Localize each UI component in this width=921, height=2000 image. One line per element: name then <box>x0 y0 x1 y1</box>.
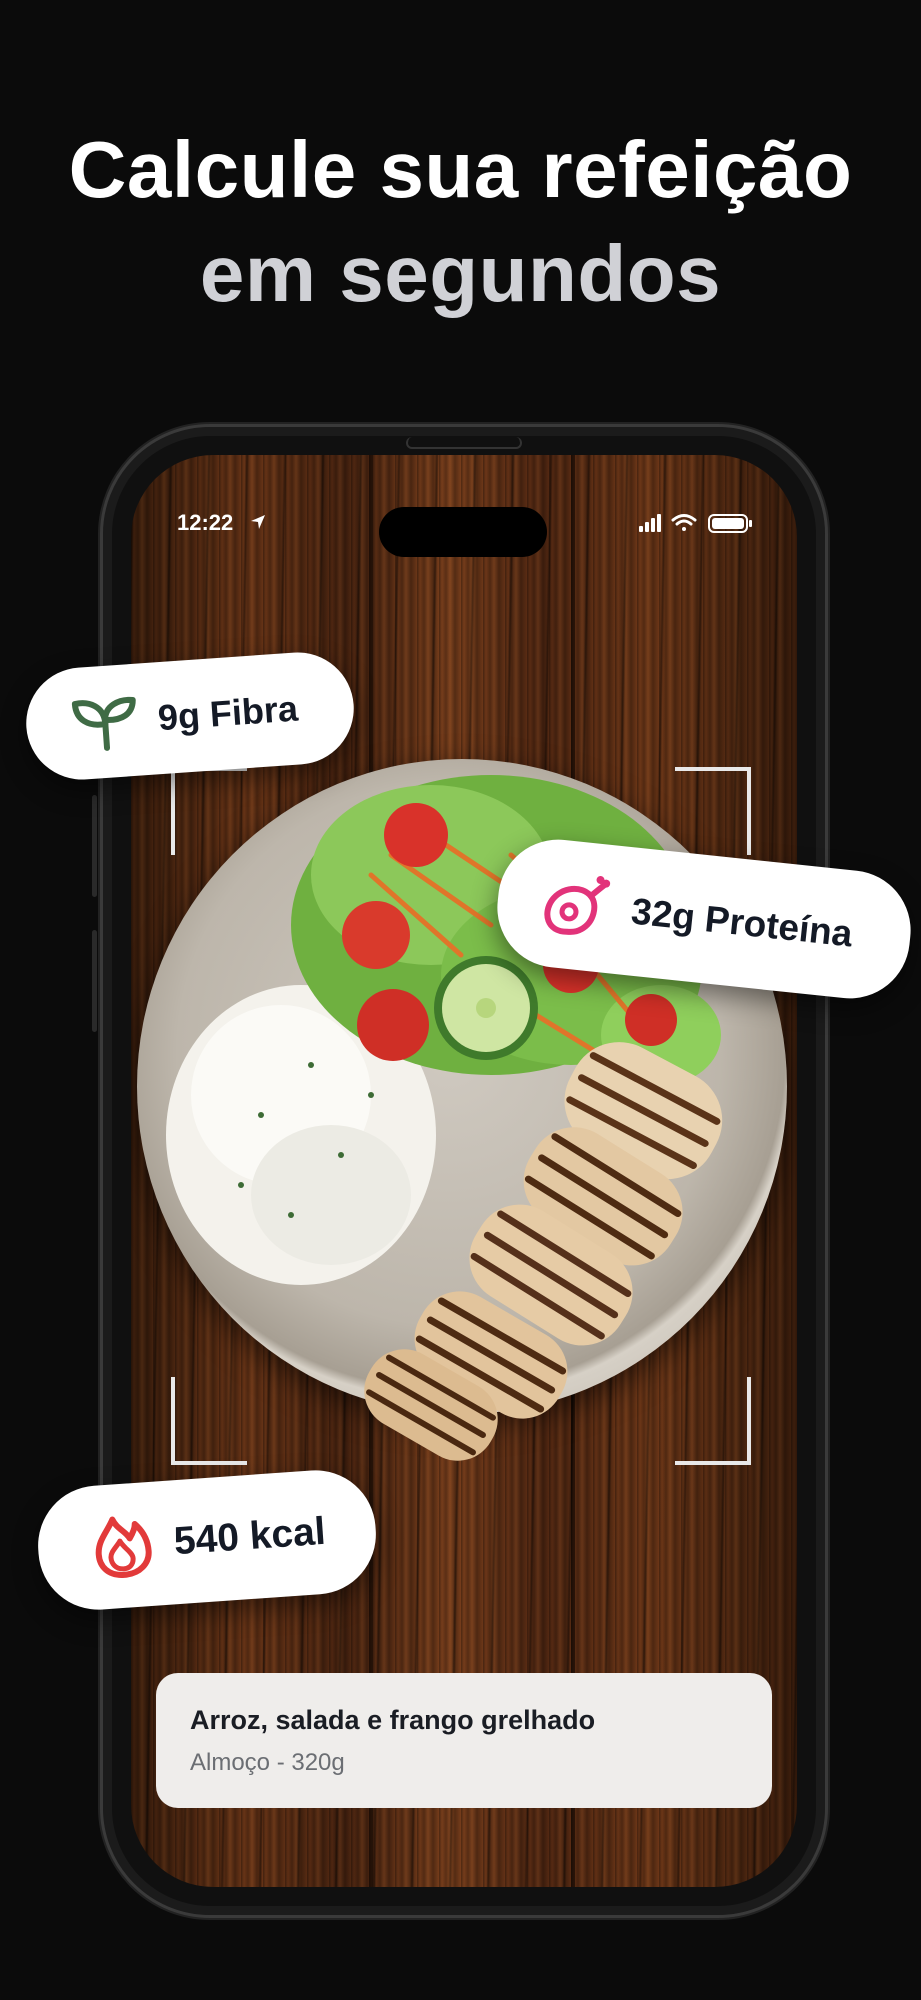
headline-line-2: em segundos <box>199 229 722 318</box>
scan-corner-top-right <box>675 767 751 855</box>
phone-mockup: 12:22 Arroz, salada e frango grelhado Al… <box>100 424 828 1918</box>
meal-summary-card[interactable]: Arroz, salada e frango grelhado Almoço -… <box>156 1673 772 1808</box>
fiber-label: 9g Fibra <box>156 687 300 739</box>
calories-badge: 540 kcal <box>34 1466 380 1614</box>
scan-corner-bottom-right <box>675 1377 751 1465</box>
fiber-badge: 9g Fibra <box>22 648 358 784</box>
calories-label: 540 kcal <box>172 1509 327 1564</box>
headline-line-1: Calcule sua refeição <box>68 125 853 214</box>
scan-corner-bottom-left <box>171 1377 247 1465</box>
headline: Calcule sua refeição em segundos <box>0 118 921 326</box>
volume-down-button <box>92 930 97 1032</box>
protein-label: 32g Proteína <box>629 890 855 955</box>
promo-page: Calcule sua refeição em segundos 12:22 A… <box>0 0 921 2000</box>
meal-title: Arroz, salada e frango grelhado <box>190 1705 596 1735</box>
flame-icon <box>90 1511 154 1581</box>
meat-icon <box>536 869 613 942</box>
scan-corner-top-left <box>171 767 247 855</box>
volume-up-button <box>92 795 97 897</box>
meal-subtitle: Almoço - 320g <box>190 1749 345 1776</box>
sprout-icon <box>68 690 142 755</box>
phone-speaker <box>406 437 522 449</box>
